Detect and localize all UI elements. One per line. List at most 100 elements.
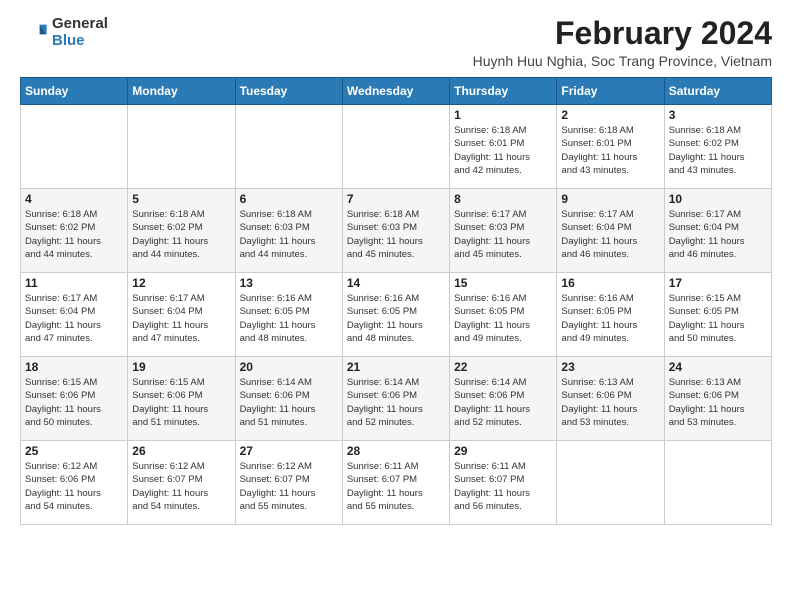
day-info: Sunrise: 6:15 AM Sunset: 6:06 PM Dayligh… [132, 376, 230, 429]
day-info: Sunrise: 6:16 AM Sunset: 6:05 PM Dayligh… [240, 292, 338, 345]
logo-blue: Blue [52, 33, 108, 50]
weekday-header-saturday: Saturday [664, 78, 771, 105]
calendar-cell: 13Sunrise: 6:16 AM Sunset: 6:05 PM Dayli… [235, 273, 342, 357]
day-number: 20 [240, 360, 338, 374]
calendar-title: February 2024 [473, 16, 772, 51]
calendar-cell: 2 Sunrise: 6:18 AM Sunset: 6:01 PM Daylig… [557, 105, 664, 189]
calendar-subtitle: Huynh Huu Nghia, Soc Trang Province, Vie… [473, 53, 772, 69]
logo-text: General Blue [52, 16, 108, 49]
day-number: 25 [25, 444, 123, 458]
day-info: Sunrise: 6:18 AM Sunset: 6:03 PM Dayligh… [347, 208, 445, 261]
day-number: 3 [669, 108, 767, 122]
calendar-cell: 6 Sunrise: 6:18 AM Sunset: 6:03 PM Daylig… [235, 189, 342, 273]
day-number: 26 [132, 444, 230, 458]
day-number: 21 [347, 360, 445, 374]
day-info: Sunrise: 6:17 AM Sunset: 6:03 PM Dayligh… [454, 208, 552, 261]
calendar-week-row: 11 Sunrise: 6:17 AM Sunset: 6:04 PM Dayli… [21, 273, 772, 357]
calendar-table: SundayMondayTuesdayWednesdayThursdayFrid… [20, 77, 772, 525]
calendar-cell: 15 Sunrise: 6:16 AM Sunset: 6:05 PM Dayli… [450, 273, 557, 357]
day-number: 15 [454, 276, 552, 290]
day-info: Sunrise: 6:17 AM Sunset: 6:04 PM Dayligh… [25, 292, 123, 345]
day-number: 23 [561, 360, 659, 374]
logo: General Blue [20, 16, 108, 49]
calendar-cell: 29Sunrise: 6:11 AM Sunset: 6:07 PM Dayli… [450, 441, 557, 525]
day-info: Sunrise: 6:16 AM Sunset: 6:05 PM Dayligh… [561, 292, 659, 345]
day-info: Sunrise: 6:18 AM Sunset: 6:02 PM Dayligh… [669, 124, 767, 177]
weekday-header-tuesday: Tuesday [235, 78, 342, 105]
day-number: 16 [561, 276, 659, 290]
day-info: Sunrise: 6:17 AM Sunset: 6:04 PM Dayligh… [561, 208, 659, 261]
weekday-header-sunday: Sunday [21, 78, 128, 105]
calendar-cell [664, 441, 771, 525]
day-info: Sunrise: 6:12 AM Sunset: 6:06 PM Dayligh… [25, 460, 123, 513]
day-number: 19 [132, 360, 230, 374]
weekday-header-monday: Monday [128, 78, 235, 105]
logo-general: General [52, 16, 108, 33]
day-number: 12 [132, 276, 230, 290]
day-number: 1 [454, 108, 552, 122]
day-number: 18 [25, 360, 123, 374]
calendar-cell [21, 105, 128, 189]
day-number: 6 [240, 192, 338, 206]
calendar-cell: 20 Sunrise: 6:14 AM Sunset: 6:06 PM Dayli… [235, 357, 342, 441]
calendar-cell: 3 Sunrise: 6:18 AM Sunset: 6:02 PM Daylig… [664, 105, 771, 189]
day-info: Sunrise: 6:11 AM Sunset: 6:07 PM Dayligh… [347, 460, 445, 513]
day-info: Sunrise: 6:18 AM Sunset: 6:02 PM Dayligh… [25, 208, 123, 261]
day-info: Sunrise: 6:14 AM Sunset: 6:06 PM Dayligh… [347, 376, 445, 429]
day-number: 2 [561, 108, 659, 122]
weekday-header-wednesday: Wednesday [342, 78, 449, 105]
calendar-cell: 24Sunrise: 6:13 AM Sunset: 6:06 PM Dayli… [664, 357, 771, 441]
calendar-cell [235, 105, 342, 189]
calendar-cell: 5 Sunrise: 6:18 AM Sunset: 6:02 PM Daylig… [128, 189, 235, 273]
day-number: 9 [561, 192, 659, 206]
day-number: 27 [240, 444, 338, 458]
day-info: Sunrise: 6:15 AM Sunset: 6:06 PM Dayligh… [25, 376, 123, 429]
day-info: Sunrise: 6:17 AM Sunset: 6:04 PM Dayligh… [669, 208, 767, 261]
day-info: Sunrise: 6:13 AM Sunset: 6:06 PM Dayligh… [669, 376, 767, 429]
title-block: February 2024 Huynh Huu Nghia, Soc Trang… [473, 16, 772, 69]
day-info: Sunrise: 6:15 AM Sunset: 6:05 PM Dayligh… [669, 292, 767, 345]
day-info: Sunrise: 6:16 AM Sunset: 6:05 PM Dayligh… [454, 292, 552, 345]
day-info: Sunrise: 6:18 AM Sunset: 6:03 PM Dayligh… [240, 208, 338, 261]
day-number: 7 [347, 192, 445, 206]
calendar-cell: 16 Sunrise: 6:16 AM Sunset: 6:05 PM Dayli… [557, 273, 664, 357]
calendar-cell: 7 Sunrise: 6:18 AM Sunset: 6:03 PM Daylig… [342, 189, 449, 273]
day-info: Sunrise: 6:13 AM Sunset: 6:06 PM Dayligh… [561, 376, 659, 429]
weekday-header-row: SundayMondayTuesdayWednesdayThursdayFrid… [21, 78, 772, 105]
calendar-cell [342, 105, 449, 189]
calendar-cell: 22Sunrise: 6:14 AM Sunset: 6:06 PM Dayli… [450, 357, 557, 441]
calendar-cell: 28Sunrise: 6:11 AM Sunset: 6:07 PM Dayli… [342, 441, 449, 525]
day-number: 11 [25, 276, 123, 290]
calendar-week-row: 18 Sunrise: 6:15 AM Sunset: 6:06 PM Dayli… [21, 357, 772, 441]
calendar-cell: 26 Sunrise: 6:12 AM Sunset: 6:07 PM Dayli… [128, 441, 235, 525]
calendar-cell: 9 Sunrise: 6:17 AM Sunset: 6:04 PM Daylig… [557, 189, 664, 273]
day-info: Sunrise: 6:14 AM Sunset: 6:06 PM Dayligh… [454, 376, 552, 429]
day-info: Sunrise: 6:18 AM Sunset: 6:01 PM Dayligh… [561, 124, 659, 177]
calendar-week-row: 25 Sunrise: 6:12 AM Sunset: 6:06 PM Dayli… [21, 441, 772, 525]
day-number: 4 [25, 192, 123, 206]
calendar-cell: 25 Sunrise: 6:12 AM Sunset: 6:06 PM Dayli… [21, 441, 128, 525]
day-info: Sunrise: 6:12 AM Sunset: 6:07 PM Dayligh… [240, 460, 338, 513]
day-number: 14 [347, 276, 445, 290]
page-header: General Blue February 2024 Huynh Huu Ngh… [20, 16, 772, 69]
day-info: Sunrise: 6:17 AM Sunset: 6:04 PM Dayligh… [132, 292, 230, 345]
day-info: Sunrise: 6:18 AM Sunset: 6:02 PM Dayligh… [132, 208, 230, 261]
day-info: Sunrise: 6:16 AM Sunset: 6:05 PM Dayligh… [347, 292, 445, 345]
calendar-cell: 12 Sunrise: 6:17 AM Sunset: 6:04 PM Dayli… [128, 273, 235, 357]
calendar-cell: 18 Sunrise: 6:15 AM Sunset: 6:06 PM Dayli… [21, 357, 128, 441]
calendar-cell: 8Sunrise: 6:17 AM Sunset: 6:03 PM Daylig… [450, 189, 557, 273]
day-info: Sunrise: 6:12 AM Sunset: 6:07 PM Dayligh… [132, 460, 230, 513]
day-number: 5 [132, 192, 230, 206]
calendar-cell [128, 105, 235, 189]
calendar-cell: 1Sunrise: 6:18 AM Sunset: 6:01 PM Daylig… [450, 105, 557, 189]
calendar-cell: 17 Sunrise: 6:15 AM Sunset: 6:05 PM Dayli… [664, 273, 771, 357]
logo-icon [20, 19, 48, 47]
day-number: 17 [669, 276, 767, 290]
calendar-cell: 19 Sunrise: 6:15 AM Sunset: 6:06 PM Dayli… [128, 357, 235, 441]
calendar-cell: 11 Sunrise: 6:17 AM Sunset: 6:04 PM Dayli… [21, 273, 128, 357]
day-info: Sunrise: 6:14 AM Sunset: 6:06 PM Dayligh… [240, 376, 338, 429]
calendar-week-row: 1 Sunrise: 6:18 AM Sunset: 6:01 PM Daylig… [21, 105, 772, 189]
day-number: 29 [454, 444, 552, 458]
calendar-cell: 10Sunrise: 6:17 AM Sunset: 6:04 PM Dayli… [664, 189, 771, 273]
calendar-week-row: 4 Sunrise: 6:18 AM Sunset: 6:02 PM Daylig… [21, 189, 772, 273]
